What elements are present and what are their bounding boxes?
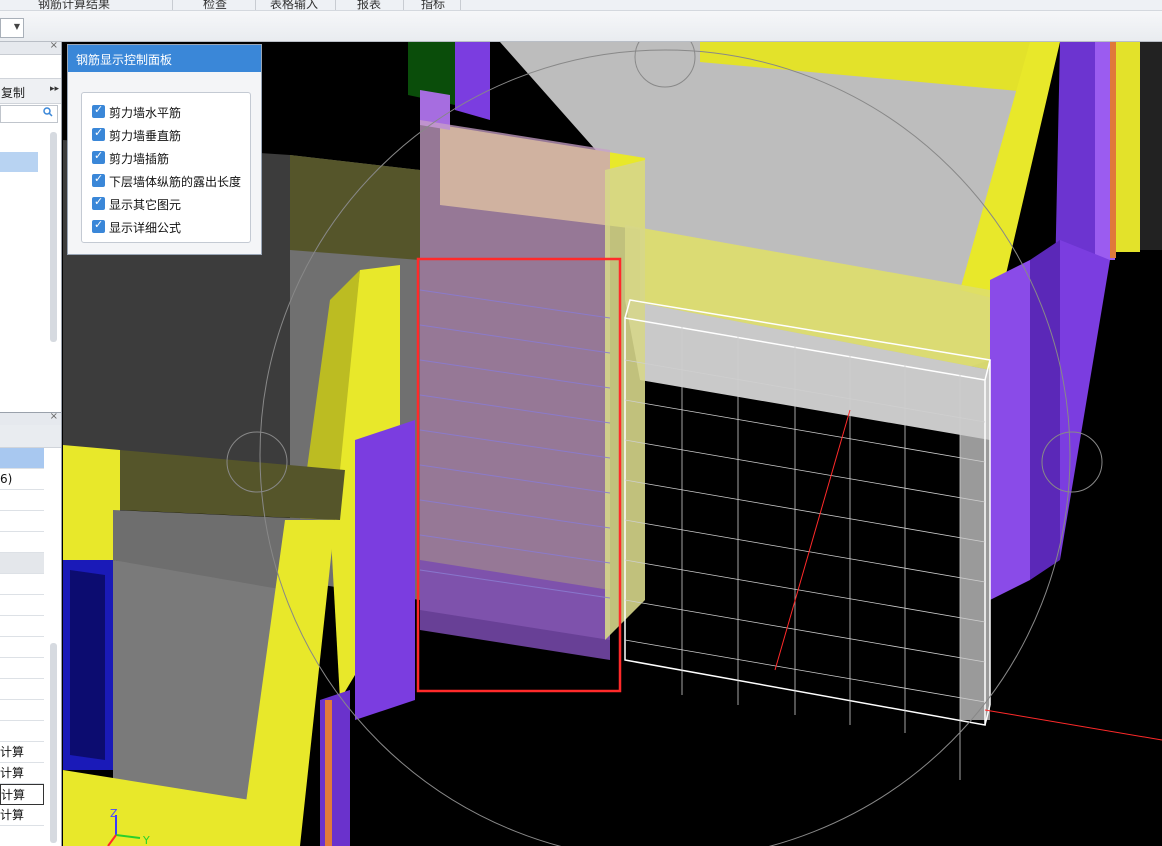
- menu-table-input[interactable]: 表格输入: [270, 0, 318, 10]
- wall-purple: [455, 42, 490, 120]
- list-item[interactable]: [0, 721, 44, 742]
- list-item[interactable]: [0, 595, 44, 616]
- wall-purple: [355, 420, 415, 720]
- list-item[interactable]: [0, 532, 44, 553]
- list-item[interactable]: [0, 637, 44, 658]
- menu-separator: [255, 0, 256, 10]
- list-item[interactable]: [0, 574, 44, 595]
- double-chevron-right-icon[interactable]: ▸▸: [50, 84, 59, 94]
- list-group-header[interactable]: [0, 553, 44, 574]
- tree-item-selected[interactable]: [0, 152, 38, 172]
- list-item[interactable]: [0, 511, 44, 532]
- list-item[interactable]: [0, 700, 44, 721]
- search-icon[interactable]: [43, 107, 53, 117]
- copy-toolbar: 复制 ▸▸: [0, 78, 61, 104]
- left-panel: × 复制 ▸▸ × 6) 计算 计算 计算 计算: [0, 42, 62, 846]
- option-label: 剪力墙插筋: [109, 152, 170, 166]
- menu-rebar-results[interactable]: 钢筋计算结果: [38, 0, 110, 10]
- menu-indicator[interactable]: 指标: [421, 0, 445, 10]
- menu-separator: [172, 0, 173, 10]
- axis-label-y: Y: [142, 834, 150, 846]
- beam-yellow: [1115, 42, 1140, 252]
- wall-purple: [1060, 240, 1110, 560]
- wall-purple: [320, 690, 350, 846]
- panel-subheader: [0, 425, 61, 448]
- list-item[interactable]: [0, 679, 44, 700]
- scrollbar[interactable]: [50, 132, 57, 342]
- beam-olive: [290, 155, 420, 260]
- panel-header: ×: [0, 411, 61, 425]
- option-label: 显示详细公式: [109, 221, 182, 235]
- rebar-orange: [1110, 42, 1116, 258]
- checkbox-checked[interactable]: ✓: [92, 218, 105, 233]
- chevron-down-icon: ▼: [13, 22, 20, 31]
- toolbar: ▼: [0, 11, 1162, 42]
- panel-title-bar[interactable]: 钢筋显示控制面板: [68, 45, 261, 72]
- checkbox-checked[interactable]: ✓: [92, 172, 105, 187]
- panel-title: 钢筋显示控制面板: [76, 53, 173, 67]
- close-icon[interactable]: ×: [50, 411, 58, 422]
- rebar-display-control-panel: 钢筋显示控制面板 ✓ 剪力墙水平筋 ✓ 剪力墙垂直筋 ✓ 剪力墙插筋 ✓ 下层墙…: [67, 44, 262, 255]
- menu-separator: [335, 0, 336, 10]
- list-item[interactable]: 计算: [0, 763, 44, 784]
- checkbox-checked[interactable]: ✓: [92, 103, 105, 118]
- list-item[interactable]: [0, 616, 44, 637]
- list-item[interactable]: [0, 448, 44, 469]
- search-input[interactable]: [0, 105, 58, 123]
- checkbox-checked[interactable]: ✓: [92, 149, 105, 164]
- axis-line: [984, 709, 1162, 741]
- component-tree-panel: × 复制 ▸▸: [0, 42, 61, 412]
- toolbar-dropdown[interactable]: ▼: [0, 18, 24, 38]
- wall-purple: [990, 260, 1030, 600]
- void-area: [1140, 42, 1162, 250]
- list-item[interactable]: [0, 490, 44, 511]
- list-item[interactable]: 计算: [0, 742, 44, 763]
- panel-header: ×: [0, 42, 61, 55]
- list-item[interactable]: 计算: [0, 784, 44, 805]
- axis-label-z: Z: [110, 807, 118, 820]
- property-panel: × 6) 计算 计算 计算 计算: [0, 411, 61, 846]
- menu-separator: [460, 0, 461, 10]
- list-item[interactable]: [0, 658, 44, 679]
- list-item[interactable]: 计算: [0, 805, 44, 826]
- option-label: 剪力墙水平筋: [109, 106, 182, 120]
- menu-separator: [403, 0, 404, 10]
- menu-report[interactable]: 报表: [357, 0, 381, 10]
- wall-purple: [1030, 240, 1060, 580]
- wall-blue: [70, 570, 105, 760]
- checkbox-checked[interactable]: ✓: [92, 195, 105, 210]
- menu-check[interactable]: 检查: [203, 0, 227, 10]
- column-yellow: [63, 445, 120, 560]
- checkbox-checked[interactable]: ✓: [92, 126, 105, 141]
- menu-bar: 钢筋计算结果 检查 表格输入 报表 指标: [0, 0, 1162, 11]
- selected-wall[interactable]: [420, 120, 610, 640]
- option-label: 下层墙体纵筋的露出长度: [109, 175, 242, 189]
- rebar-orange: [325, 700, 332, 846]
- copy-button[interactable]: 复制: [1, 84, 25, 101]
- option-label: 显示其它图元: [109, 198, 182, 212]
- close-icon[interactable]: ×: [50, 42, 58, 51]
- option-label: 剪力墙垂直筋: [109, 129, 182, 143]
- list-item[interactable]: 6): [0, 469, 44, 490]
- options-group: ✓ 剪力墙水平筋 ✓ 剪力墙垂直筋 ✓ 剪力墙插筋 ✓ 下层墙体纵筋的露出长度 …: [81, 92, 251, 243]
- scrollbar[interactable]: [50, 643, 57, 843]
